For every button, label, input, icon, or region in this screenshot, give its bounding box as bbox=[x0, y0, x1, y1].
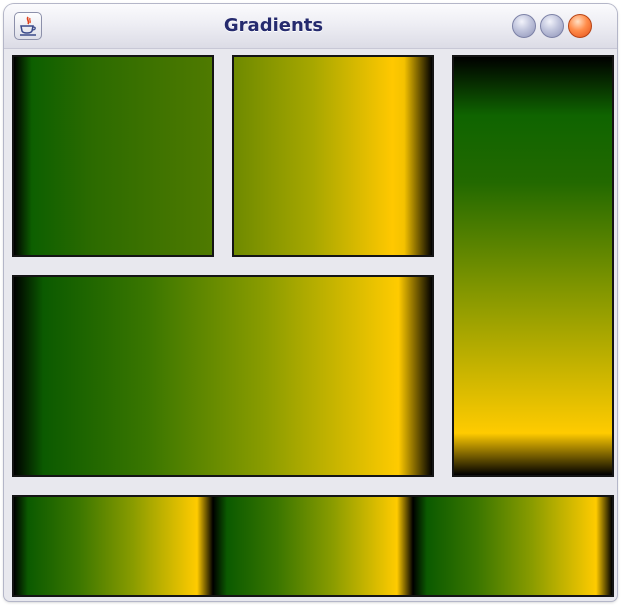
gradient-strip-segment-2 bbox=[213, 497, 413, 595]
gradient-panel-top-left bbox=[12, 55, 214, 257]
window-title: Gradients bbox=[223, 15, 324, 36]
gradient-panel-bottom-strip bbox=[12, 495, 614, 597]
gradient-panel-top-middle bbox=[232, 55, 434, 257]
title-bar[interactable]: Gradients bbox=[4, 4, 617, 49]
gradient-panel-middle-wide bbox=[12, 275, 434, 477]
minimize-circle-icon[interactable] bbox=[512, 14, 536, 38]
close-circle-icon[interactable] bbox=[568, 14, 592, 38]
gradient-strip-segment-1 bbox=[14, 497, 214, 595]
app-window: Gradients bbox=[4, 4, 617, 601]
maximize-circle-icon[interactable] bbox=[540, 14, 564, 38]
gradient-strip-segment-3 bbox=[412, 497, 612, 595]
gradient-panel-right-tall bbox=[452, 55, 614, 477]
